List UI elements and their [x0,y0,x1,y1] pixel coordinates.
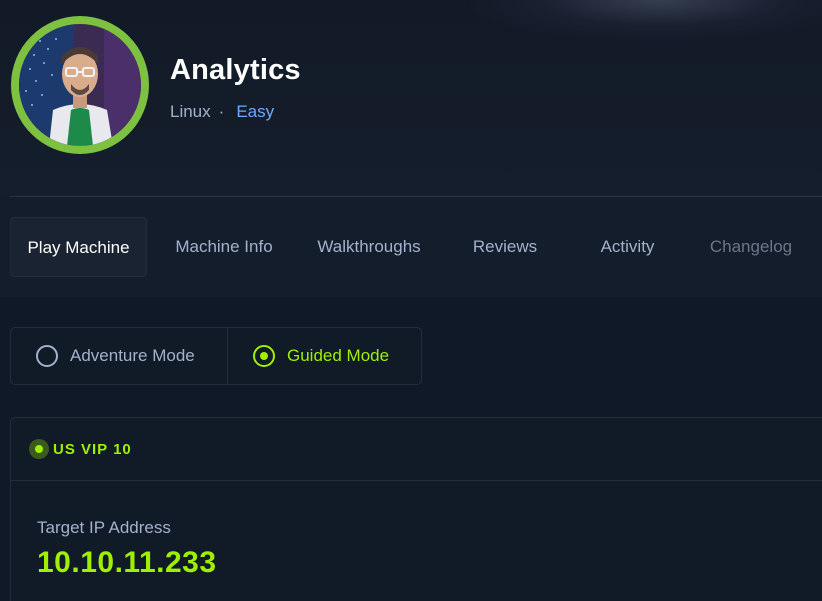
meta-separator: · [218,102,225,121]
target-ip-label: Target IP Address [37,518,171,537]
target-ip-value[interactable]: 10.10.11.233 [37,546,217,580]
machine-page: Analytics Linux · Easy Play Machine Mach… [0,0,822,601]
adventure-mode-option[interactable]: Adventure Mode [11,328,228,384]
machine-os: Linux [170,102,211,121]
mode-selector: Adventure Mode Guided Mode [10,327,422,385]
guided-mode-label: Guided Mode [287,346,390,365]
machine-header: Analytics Linux · Easy [0,0,822,196]
guided-mode-option[interactable]: Guided Mode [228,328,421,384]
tab-reviews[interactable]: Reviews [455,217,555,277]
machine-title: Analytics [170,54,301,86]
machine-avatar [11,16,149,154]
tab-activity[interactable]: Activity [580,217,675,277]
guided-mode-radio-icon[interactable] [253,345,275,367]
tab-walkthroughs[interactable]: Walkthroughs [300,217,438,277]
adventure-mode-radio-icon[interactable] [36,345,58,367]
online-status-icon [29,439,49,459]
header-glow [470,0,822,40]
tab-play-machine[interactable]: Play Machine [10,217,147,277]
machine-meta: Linux · Easy [170,102,274,122]
tab-machine-info[interactable]: Machine Info [160,217,288,277]
vpn-server-name: US VIP 10 [53,440,132,458]
connection-panel-header: US VIP 10 [11,418,822,481]
scientist-avatar-icon [19,24,141,146]
machine-tabs: Play Machine Machine Info Walkthroughs R… [0,197,822,297]
tab-changelog[interactable]: Changelog [695,217,807,277]
machine-difficulty: Easy [236,102,275,121]
connection-panel: US VIP 10 Target IP Address 10.10.11.233 [10,417,822,601]
adventure-mode-label: Adventure Mode [70,346,195,365]
